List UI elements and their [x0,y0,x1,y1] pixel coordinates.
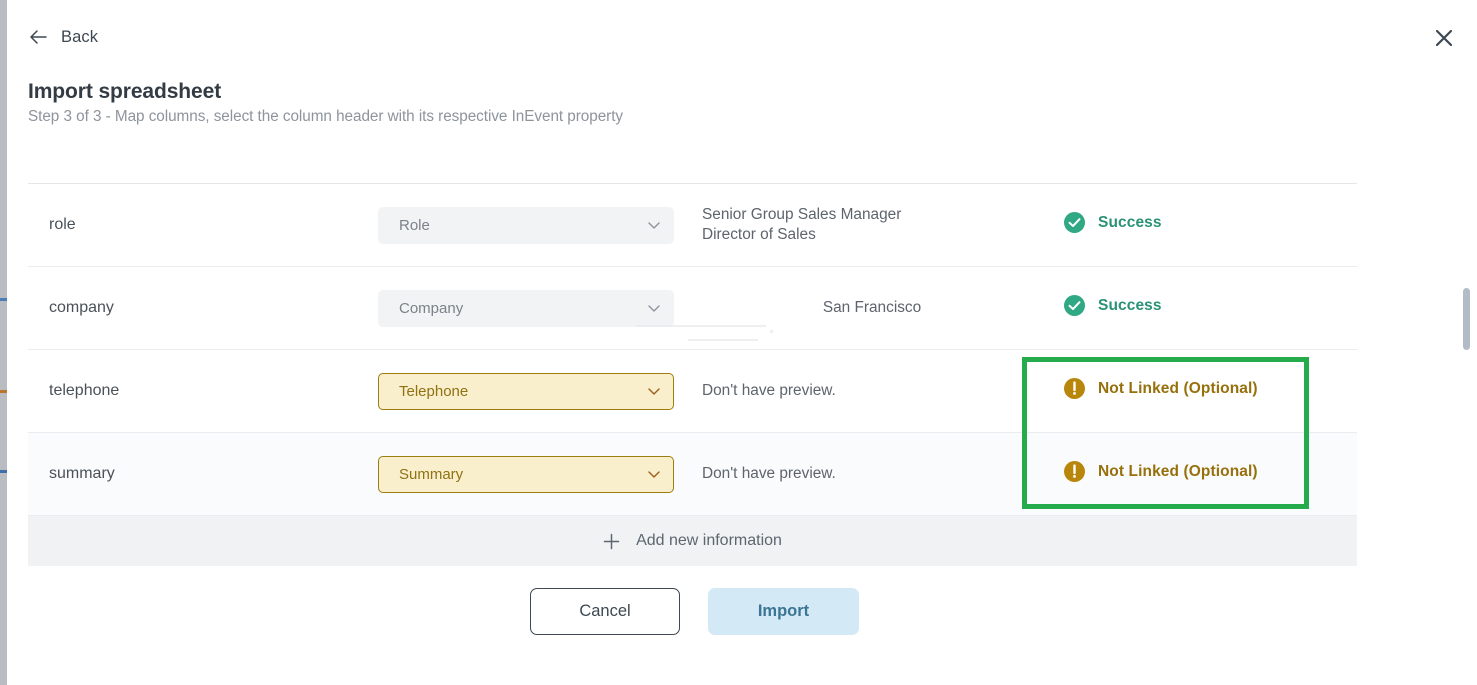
status-cell: Success [1042,295,1357,321]
status-cell: Success [1042,212,1357,238]
check-circle-icon [1064,212,1085,233]
underlying-page-edge [0,0,7,685]
source-column-name: role [49,216,76,233]
status-label: Not Linked (Optional) [1098,379,1258,397]
close-button[interactable] [1429,25,1459,55]
property-select-telephone[interactable]: Telephone [378,372,674,410]
table-row: company Company San Francisco Success [28,267,1357,350]
property-select-summary[interactable]: Summary [378,455,674,493]
property-select-cell: Company [378,289,702,327]
table-row: summary Summary Don't have preview. Not … [28,433,1357,516]
preview-text: Senior Group Sales Manager Director of S… [702,206,902,243]
preview-text: Don't have preview. [702,465,836,482]
warning-circle-icon [1064,378,1085,399]
preview-text: Don't have preview. [702,382,836,399]
chevron-down-icon [647,218,661,232]
property-select-value: Role [399,216,430,234]
scrollbar-track[interactable] [1462,0,1474,685]
chevron-down-icon [647,467,661,481]
table-row: telephone Telephone Don't have preview. [28,350,1357,433]
property-select-role[interactable]: Role [378,206,674,244]
import-button[interactable]: Import [708,588,859,635]
page-subtitle: Step 3 of 3 - Map columns, select the co… [28,108,624,125]
chevron-down-icon [647,384,661,398]
source-column-name: telephone [49,382,120,399]
status-badge: Success [1064,212,1162,233]
cancel-button[interactable]: Cancel [530,588,680,635]
import-spreadsheet-modal: Back Import spreadsheet Step 3 of 3 - Ma… [0,0,1477,685]
status-label: Success [1098,213,1162,231]
property-select-company[interactable]: Company [378,289,674,327]
property-select-cell: Role [378,206,702,244]
footer-actions: Cancel Import [0,588,1389,635]
chevron-down-icon [647,301,661,315]
status-cell: Not Linked (Optional) [1042,461,1357,487]
plus-icon [603,533,620,550]
source-column-name: summary [49,465,115,482]
source-column-name: company [49,299,114,316]
status-label: Success [1098,296,1162,314]
property-select-value: Summary [399,465,464,483]
back-label: Back [61,27,99,46]
property-select-cell: Summary [378,455,702,493]
preview-text: San Francisco [822,299,922,316]
status-badge: Not Linked (Optional) [1064,378,1258,399]
status-label: Not Linked (Optional) [1098,462,1258,480]
status-badge: Not Linked (Optional) [1064,461,1258,482]
property-select-value: Company [399,299,464,317]
page-title: Import spreadsheet [28,80,222,103]
status-badge: Success [1064,295,1162,316]
arrow-left-icon [28,27,48,47]
property-select-cell: Telephone [378,372,702,410]
add-new-information-button[interactable]: Add new information [28,516,1357,566]
back-button[interactable]: Back [28,27,98,47]
property-select-value: Telephone [399,382,469,400]
column-mapping-table: role Role Senior Group Sales Manager Dir… [28,183,1357,566]
status-cell: Not Linked (Optional) [1042,378,1357,404]
table-row: role Role Senior Group Sales Manager Dir… [28,184,1357,267]
close-icon [1433,27,1455,54]
check-circle-icon [1064,295,1085,316]
warning-circle-icon [1064,461,1085,482]
add-new-information-label: Add new information [636,532,782,549]
scrollbar-thumb[interactable] [1463,288,1470,350]
